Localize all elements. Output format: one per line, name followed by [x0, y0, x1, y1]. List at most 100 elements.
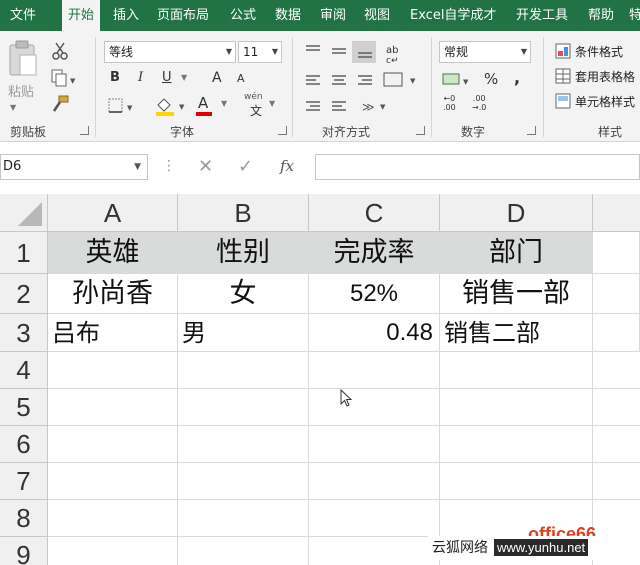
- cell-b1[interactable]: 性别: [178, 232, 309, 274]
- svg-text:▼: ▼: [410, 77, 416, 85]
- cut-icon[interactable]: [50, 41, 70, 61]
- svg-text:▼: ▼: [127, 104, 133, 112]
- cell-e1[interactable]: [593, 232, 640, 274]
- tab-developer[interactable]: 开发工具: [516, 0, 568, 31]
- alignment-launcher-icon[interactable]: [416, 126, 425, 135]
- cell-d1[interactable]: 部门: [440, 232, 593, 274]
- number-format-select[interactable]: 常规 ▼: [439, 41, 531, 63]
- formula-bar-splitter[interactable]: ⋮: [162, 158, 176, 174]
- underline-dropdown-icon[interactable]: ▼: [181, 73, 187, 82]
- conditional-formatting-button[interactable]: 条件格式: [575, 43, 623, 60]
- watermark-cn: 云狐网络: [432, 540, 488, 556]
- comma-style-button[interactable]: ,: [514, 68, 520, 87]
- copy-icon[interactable]: ▼: [50, 69, 78, 87]
- column-header-c[interactable]: C: [309, 194, 440, 232]
- row-header-6[interactable]: 6: [0, 426, 48, 463]
- ribbon: 粘贴 ▼ ▼ 剪贴板 等线 ▼ 11 ▼ B I U ▼ A A ▼ ▼ A ▼…: [0, 31, 640, 142]
- cell-d2[interactable]: 销售一部: [440, 274, 593, 314]
- insert-function-button[interactable]: fx: [280, 157, 294, 175]
- cell-b2[interactable]: 女: [178, 274, 309, 314]
- name-box[interactable]: D6 ▼: [0, 154, 148, 180]
- cancel-icon[interactable]: ✕: [198, 156, 213, 177]
- row-header-7[interactable]: 7: [0, 463, 48, 500]
- tab-formulas[interactable]: 公式: [230, 0, 256, 31]
- bold-button[interactable]: B: [110, 70, 120, 85]
- tab-view[interactable]: 视图: [364, 0, 390, 31]
- tab-overflow[interactable]: 特: [629, 0, 640, 31]
- row-header-2[interactable]: 2: [0, 274, 48, 314]
- cell-c3[interactable]: 0.48: [309, 314, 440, 352]
- font-launcher-icon[interactable]: [278, 126, 287, 135]
- paste-icon[interactable]: [6, 39, 40, 79]
- font-name-select[interactable]: 等线 ▼: [104, 41, 236, 63]
- tab-excel-self-study[interactable]: Excel自学成才: [410, 0, 496, 31]
- cell-d3[interactable]: 销售二部: [440, 314, 593, 352]
- row-header-4[interactable]: 4: [0, 352, 48, 389]
- borders-icon[interactable]: ▼: [107, 97, 137, 115]
- enter-icon[interactable]: ✓: [238, 156, 253, 177]
- column-header-b[interactable]: B: [178, 194, 309, 232]
- font-color-button[interactable]: A: [198, 94, 208, 112]
- svg-text:▼: ▼: [179, 103, 185, 111]
- number-launcher-icon[interactable]: [527, 126, 536, 135]
- cell-b3[interactable]: 男: [178, 314, 309, 352]
- cell-e2[interactable]: [593, 274, 640, 314]
- font-size-select[interactable]: 11 ▼: [238, 41, 282, 63]
- formula-input[interactable]: [315, 154, 640, 180]
- accounting-format-icon[interactable]: ▼: [441, 71, 471, 89]
- clipboard-group-label: 剪贴板: [10, 125, 47, 139]
- cell-c2[interactable]: 52%: [309, 274, 440, 314]
- decrease-decimal-button[interactable]: .00 →.0: [472, 94, 486, 112]
- paste-label[interactable]: 粘贴: [8, 81, 34, 100]
- column-header-a[interactable]: A: [48, 194, 178, 232]
- increase-decimal-button[interactable]: ←0.00: [443, 94, 456, 112]
- tab-insert[interactable]: 插入: [113, 0, 139, 31]
- cell-a2[interactable]: 孙尚香: [48, 274, 178, 314]
- tab-data[interactable]: 数据: [275, 0, 301, 31]
- tab-home[interactable]: 开始: [62, 0, 101, 31]
- tab-help[interactable]: 帮助: [588, 0, 614, 31]
- svg-text:≫: ≫: [362, 100, 375, 114]
- font-color-swatch: [196, 112, 212, 116]
- phonetic-dropdown-icon[interactable]: ▼: [269, 99, 275, 108]
- font-color-dropdown-icon[interactable]: ▼: [221, 99, 227, 108]
- format-painter-icon[interactable]: [50, 95, 70, 113]
- svg-text:c↵: c↵: [386, 56, 399, 66]
- select-all-button[interactable]: [0, 194, 48, 232]
- row-header-1[interactable]: 1: [0, 232, 48, 274]
- tab-file[interactable]: 文件: [10, 0, 36, 31]
- clipboard-launcher-icon[interactable]: [80, 126, 89, 135]
- alignment-buttons[interactable]: abc↵ ▼ ≫ ▼: [300, 39, 430, 129]
- cell-e3[interactable]: [593, 314, 640, 352]
- cell-a1[interactable]: 英雄: [48, 232, 178, 274]
- cell-styles-button[interactable]: 单元格样式: [575, 93, 635, 110]
- group-divider: [431, 37, 432, 137]
- chevron-down-icon: ▼: [271, 47, 278, 56]
- column-header-e[interactable]: [593, 194, 640, 232]
- number-group-label: 数字: [461, 125, 486, 139]
- cell-c1[interactable]: 完成率: [309, 232, 440, 274]
- grow-font-button[interactable]: A: [212, 70, 222, 86]
- italic-button[interactable]: I: [138, 70, 143, 85]
- row-header-5[interactable]: 5: [0, 389, 48, 426]
- chevron-down-icon: ▼: [520, 47, 527, 56]
- tab-page-layout[interactable]: 页面布局: [157, 0, 209, 31]
- group-divider: [543, 37, 544, 137]
- row-header-8[interactable]: 8: [0, 500, 48, 537]
- column-header-d[interactable]: D: [440, 194, 593, 232]
- formula-bar: D6 ▼ ⋮ ✕ ✓ fx: [0, 142, 640, 194]
- underline-button[interactable]: U: [162, 70, 172, 85]
- formula-bar-buttons: ✕ ✓ fx: [184, 154, 310, 180]
- tab-review[interactable]: 审阅: [320, 0, 346, 31]
- row-header-9[interactable]: 9: [0, 537, 48, 565]
- percent-style-button[interactable]: %: [484, 70, 498, 88]
- shrink-font-button[interactable]: A: [237, 72, 245, 85]
- format-as-table-button[interactable]: 套用表格格: [575, 68, 635, 85]
- phonetic-guide-button[interactable]: wén: [244, 92, 263, 102]
- font-size-value: 11: [243, 45, 259, 59]
- cell-a3[interactable]: 吕布: [48, 314, 178, 352]
- paste-dropdown-icon[interactable]: ▼: [10, 103, 16, 112]
- row-header-3[interactable]: 3: [0, 314, 48, 352]
- fill-color-icon[interactable]: ▼: [154, 95, 190, 117]
- phonetic-glyph: 文: [250, 104, 263, 118]
